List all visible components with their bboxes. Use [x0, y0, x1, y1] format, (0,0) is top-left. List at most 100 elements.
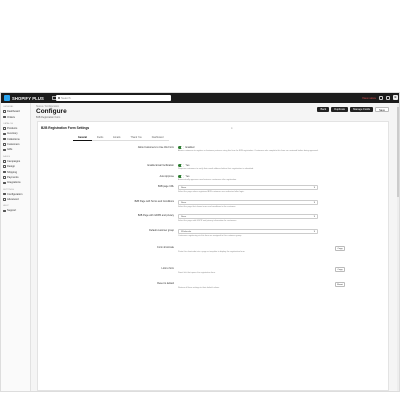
duplicate-button[interactable]: Duplicate [331, 106, 349, 112]
sidebar-item-label: Configuration [7, 192, 23, 196]
setting-label: Reset to default [157, 282, 174, 285]
sidebar-item-orders[interactable]: Orders [1, 114, 30, 119]
tab-emails[interactable]: Emails [108, 135, 126, 141]
setting-description: Select the page with GDPR and privacy in… [178, 220, 237, 222]
sidebar-item-label: Collections [7, 137, 20, 141]
setting-description: Allows customers to register as business… [178, 150, 319, 152]
setting-label: Enable Email Verification [147, 164, 174, 167]
menu-icon [3, 181, 6, 185]
sidebar-item-label: Campaigns [7, 159, 21, 163]
scrollbar-thumb[interactable] [397, 107, 399, 197]
sidebar-item-support[interactable]: Support [1, 208, 30, 213]
top-bar: SHOPIFY PLUS Select a shop Search View s… [1, 93, 399, 103]
setting-select[interactable]: None [178, 200, 318, 205]
sidebar-item-label: Inventory [7, 132, 18, 136]
setting-label: Allow Customers to Use this Form [137, 146, 174, 149]
setting-description: Select the page where registered B2B cus… [178, 191, 245, 193]
menu-icon [3, 127, 6, 130]
menu-icon [3, 170, 6, 174]
sidebar-item-label: Dashboard [7, 110, 20, 114]
sidebar-item-label: Shipping [7, 170, 18, 174]
setting-label: B2B Page with Terms and Conditions [134, 200, 174, 203]
setting-toggle[interactable]: Enabled [178, 146, 194, 149]
search-placeholder: Search [61, 96, 71, 100]
action-bar: Back Duplicate Manage Fields Save [317, 106, 389, 112]
sidebar-item-label: Design [7, 165, 16, 169]
setting-description: Select the page that shows terms and con… [178, 206, 236, 208]
setting-description: Direct link that opens the registration … [178, 272, 216, 274]
manage-fields-button[interactable]: Manage Fields [350, 106, 374, 112]
setting-label: Form shortcode [157, 246, 174, 249]
scrollbar[interactable] [397, 103, 399, 391]
search-icon [57, 96, 60, 99]
setting-description: Requires customers to verify their email… [178, 168, 254, 170]
logo[interactable]: SHOPIFY PLUS [4, 95, 44, 101]
sidebar-item-label: Payments [7, 175, 19, 179]
help-icon[interactable] [386, 95, 390, 100]
notification-icon[interactable] [379, 95, 383, 100]
menu-icon [3, 176, 6, 179]
menu-icon [3, 198, 6, 201]
logo-icon [4, 95, 10, 101]
menu-icon [3, 110, 6, 113]
menu-icon [3, 192, 6, 196]
setting-label: Link to form [161, 267, 175, 270]
sidebar-item-label: Integrations [7, 181, 21, 185]
setting-button[interactable]: Copy [335, 246, 345, 251]
setting-select[interactable]: None [178, 185, 318, 190]
sidebar-item-label: Gifts [7, 148, 13, 152]
toggle-switch-icon [178, 164, 184, 167]
sidebar-item-integrations[interactable]: Integrations [1, 180, 30, 185]
setting-description: Automatically approves new business cust… [178, 179, 237, 181]
menu-icon [3, 143, 6, 146]
menu-icon [3, 115, 6, 119]
menu-icon [3, 137, 6, 141]
card-title: B2B Registration Form Settings [41, 126, 90, 130]
setting-label: B2B Page with GDPR and privacy [137, 214, 174, 217]
setting-label: Default customer group [149, 229, 174, 232]
save-button[interactable]: Save [375, 106, 389, 112]
tab-general[interactable]: General [73, 135, 92, 141]
logo-text: SHOPIFY PLUS [12, 95, 44, 101]
toggle-value: Yes [185, 164, 190, 167]
tab-dashboard[interactable]: Dashboard [146, 135, 169, 141]
toggle-switch-icon [178, 146, 184, 149]
toggle-switch-icon [178, 175, 184, 178]
setting-toggle[interactable]: Yes [178, 175, 189, 178]
toggle-value: Yes [185, 175, 190, 178]
cursor-icon: ⌖ [231, 126, 233, 130]
sidebar-item-advanced[interactable]: Advanced [1, 197, 30, 202]
tab-thank-you[interactable]: Thank You [125, 135, 147, 141]
tab-bar: General Fields Emails Thank You Dashboar… [73, 135, 169, 141]
setting-button[interactable]: Reset [335, 282, 345, 287]
avatar[interactable]: E [393, 95, 398, 100]
view-store-link[interactable]: View store [362, 96, 376, 100]
menu-icon [3, 165, 6, 168]
setting-select[interactable]: None [178, 214, 318, 219]
page-title: Configure [36, 108, 67, 115]
sidebar-item-label: Support [7, 209, 17, 213]
menu-icon [3, 209, 6, 213]
search-input[interactable]: Search [56, 95, 171, 101]
setting-toggle[interactable]: Yes [178, 164, 189, 167]
menu-icon [3, 148, 6, 152]
setting-description: Paste this shortcode into a page or temp… [178, 251, 246, 253]
setting-select[interactable]: Wholesale [178, 229, 318, 234]
page-subtitle: B2B Registration Form [36, 115, 61, 119]
setting-label: Auto Approve [159, 175, 174, 178]
main-content: Stores / Configuration Configure B2B Reg… [31, 103, 399, 391]
sidebar-item-label: Products [7, 126, 18, 130]
sidebar-item-label: Orders [7, 115, 15, 119]
back-button[interactable]: Back [317, 106, 330, 112]
sidebar: General Dashboard Orders Catalog Products Inv… [1, 103, 31, 391]
menu-icon [3, 132, 6, 136]
setting-description: Customers registering via this form are … [178, 235, 242, 237]
sidebar-item-gifts[interactable]: Gifts [1, 147, 30, 152]
toggle-value: Enabled [185, 146, 195, 149]
setting-label: B2B page URL [158, 185, 174, 188]
setting-button[interactable]: Copy [335, 267, 345, 272]
tab-fields[interactable]: Fields [91, 135, 109, 141]
sidebar-item-label: Advanced [7, 198, 19, 202]
sidebar-item-label: Customers [7, 143, 20, 147]
setting-description: Restore all form settings to their defau… [178, 287, 220, 289]
